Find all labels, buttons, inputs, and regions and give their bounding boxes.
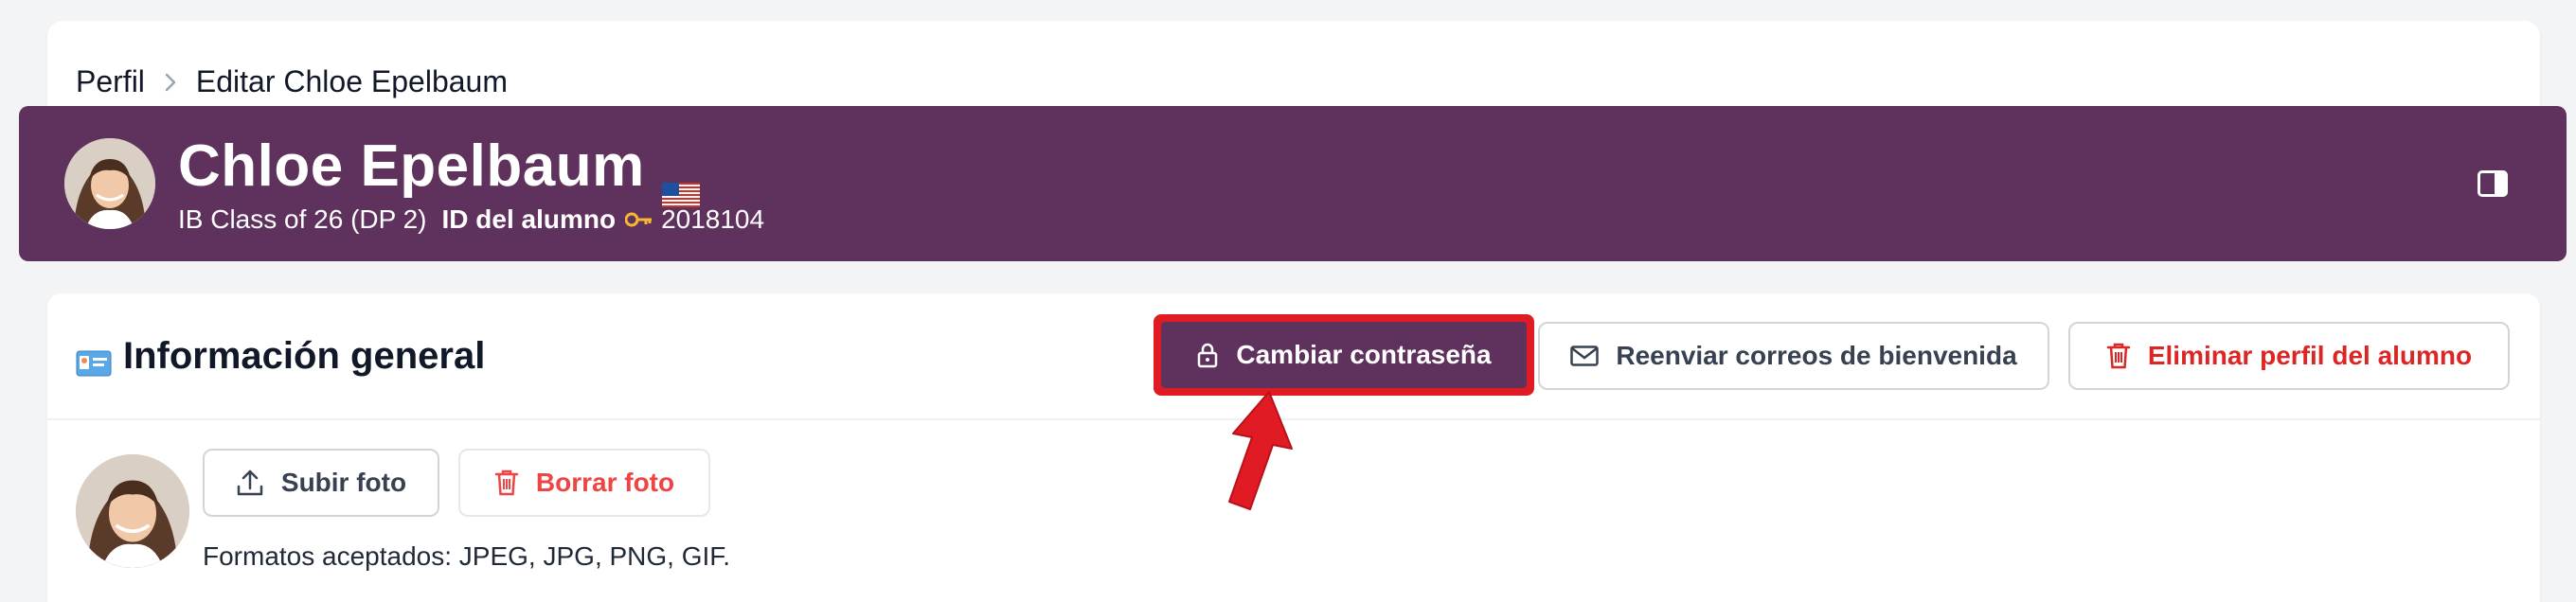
- section-title-text: Información general: [123, 335, 486, 377]
- delete-student-profile-button[interactable]: Eliminar perfil del alumno: [2068, 322, 2510, 390]
- student-meta: IB Class of 26 (DP 2) ID del alumno 2018…: [178, 204, 764, 235]
- resend-welcome-emails-button[interactable]: Reenviar correos de bienvenida: [1538, 322, 2049, 390]
- upload-icon: [236, 469, 264, 497]
- highlight-arrow-icon: [1210, 390, 1296, 513]
- change-password-button[interactable]: Cambiar contraseña: [1154, 314, 1534, 396]
- profile-photo: [76, 454, 189, 568]
- student-name-text: Chloe Epelbaum: [178, 133, 645, 199]
- id-card-icon: [76, 344, 112, 376]
- trash-icon: [494, 469, 519, 497]
- sidebar-toggle-icon[interactable]: [2478, 170, 2508, 197]
- student-name: Chloe Epelbaum: [178, 133, 700, 207]
- breadcrumb-root-link[interactable]: Perfil: [76, 64, 145, 99]
- upload-photo-button[interactable]: Subir foto: [203, 449, 439, 517]
- key-icon: [625, 210, 653, 229]
- delete-student-profile-label: Eliminar perfil del alumno: [2147, 341, 2473, 370]
- us-flag-icon: [661, 154, 700, 207]
- section-title: Información general: [76, 335, 485, 378]
- breadcrumb-current: Editar Chloe Epelbaum: [195, 64, 508, 98]
- profile-header: Chloe Epelbaum IB Class of 26 (DP 2) ID …: [19, 106, 2567, 261]
- student-id-value: 2018104: [661, 204, 765, 234]
- lock-icon: [1196, 342, 1219, 368]
- change-password-button-inner: Cambiar contraseña: [1161, 322, 1527, 388]
- delete-photo-button[interactable]: Borrar foto: [458, 449, 710, 517]
- avatar: [64, 138, 155, 229]
- delete-photo-label: Borrar foto: [535, 468, 675, 497]
- breadcrumb: Perfil Editar Chloe Epelbaum: [76, 64, 508, 99]
- student-id-label: ID del alumno: [441, 204, 617, 234]
- trash-icon: [2106, 342, 2131, 370]
- upload-photo-label: Subir foto: [280, 468, 407, 497]
- accepted-formats-text: Formatos aceptados: JPEG, JPG, PNG, GIF.: [203, 541, 731, 571]
- class-text: IB Class of 26 (DP 2): [178, 204, 427, 234]
- chevron-right-icon: [162, 71, 179, 94]
- resend-welcome-emails-label: Reenviar correos de bienvenida: [1616, 341, 2017, 370]
- sidebar-toggle-fill: [2495, 173, 2505, 194]
- envelope-icon: [1570, 345, 1600, 366]
- change-password-label: Cambiar contraseña: [1236, 340, 1492, 369]
